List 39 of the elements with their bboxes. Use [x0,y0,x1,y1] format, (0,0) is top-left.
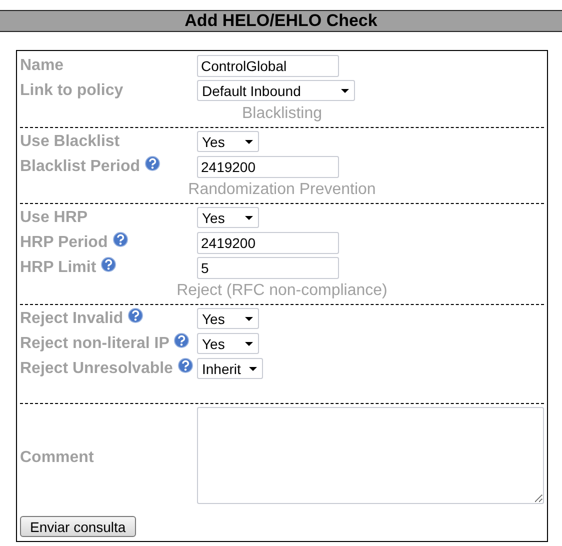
caret-icon [245,316,253,320]
caret-icon [245,216,253,220]
help-icon[interactable] [178,358,193,373]
page-title: Add HELO/EHLO Check [184,11,378,30]
field-label: Comment [20,449,94,466]
help-icon[interactable] [174,332,190,348]
field-label: Reject non-literal IP [20,334,170,352]
field-label: HRP Period [20,234,108,250]
help-icon[interactable] [101,256,116,272]
field-label: Blacklist Period [20,158,140,174]
text-field[interactable]: 2419200 [197,156,339,178]
submit-button[interactable]: Enviar consulta [20,516,136,537]
help-icon[interactable] [145,156,160,171]
dropdown[interactable]: Yes [197,207,259,228]
field-label: Use HRP [20,208,88,226]
caret-icon [248,366,257,370]
caret-icon [245,342,253,346]
dropdown[interactable]: Yes [197,131,259,152]
field-label: Link to policy [20,82,124,98]
help-icon[interactable] [128,308,144,323]
comment-field[interactable] [197,407,544,504]
help-icon[interactable] [112,232,128,247]
dropdown[interactable]: Default Inbound [197,80,355,101]
field-label: HRP Limit [20,258,96,276]
caret-icon [245,140,253,144]
text-field[interactable]: 5 [197,256,339,278]
dropdown[interactable]: Yes [197,333,259,354]
section-heading: Blacklisting [242,105,322,122]
field-label: Name [20,56,64,74]
dropdown[interactable]: Yes [197,308,259,329]
text-field[interactable]: ControlGlobal [197,54,339,76]
field-label: Reject Unresolvable [20,360,173,376]
caret-icon [341,88,349,92]
field-label: Reject Invalid [20,310,124,326]
field-label: Use Blacklist [20,132,120,150]
section-heading: Reject (RFC non-compliance) [176,282,388,299]
dropdown[interactable]: Inherit [197,358,263,379]
section-heading: Randomization Prevention [188,181,376,198]
text-field[interactable]: 2419200 [197,232,339,254]
